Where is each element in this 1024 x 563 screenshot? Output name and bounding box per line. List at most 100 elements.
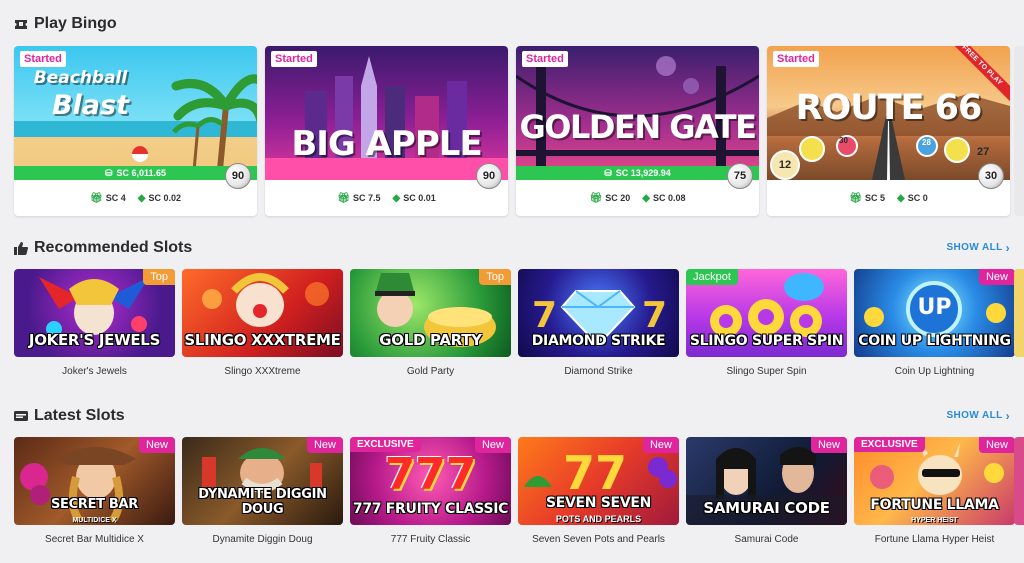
svg-text:77: 77 [563,446,627,500]
game-art-title-2: Blast [51,90,130,121]
bingo-art: Started FREE TO PLAY ROUTE 66 12 30 28 2… [767,46,1010,180]
slot-seven-seven-pots-and-pearls[interactable]: 77 New SEVEN SEVEN POTS AND PEARLS Seven… [518,437,679,545]
bingo-ball: 12 [770,150,800,180]
sevens-art: 777 [384,449,477,500]
prize-value: SC 0.01 [403,193,436,203]
bingo-meta: 🎁︎ SC 7.5 ◆ SC 0.01 [265,180,508,216]
slot-thumbnail: SLINGO XXXTREME [182,269,343,357]
slot-thumbnail: 777 EXCLUSIVE New 777 FRUITY CLASSIC [350,437,511,525]
new-icon [14,409,28,423]
show-all-latest-link[interactable]: SHOW ALL › [946,408,1010,423]
slot-badge: Top [479,269,511,285]
slot-name: Gold Party [406,366,455,377]
bingo-card-big-apple[interactable]: Started BIG APPLE 90 🎁︎ SC 7.5 ◆ SC 0.01 [265,46,508,216]
next-slot-peek [1014,269,1024,357]
slot-name: Joker's Jewels [62,366,127,377]
bingo-header: Play Bingo [14,14,117,34]
slot-name: Diamond Strike [564,366,633,377]
bingo-card-route-66[interactable]: Started FREE TO PLAY ROUTE 66 12 30 28 2… [767,46,1010,216]
chevron-right-icon: › [1005,408,1010,423]
slot-name: Slingo XXXtreme [224,366,301,377]
status-tag: Started [20,51,66,67]
price-tag-icon: ◆ [642,192,650,204]
slot-name: Fortune Llama Hyper Heist [874,534,995,545]
slot-name: Coin Up Lightning [894,366,975,377]
slot-art-title: FORTUNE LLAMA [870,497,999,513]
bingo-card-golden-gate[interactable]: Started GOLDEN GATE ⛁ SC 13,929.94 75 🎁︎… [516,46,759,216]
slot-art-title: SAMURAI CODE [703,499,830,517]
slot-badge: New [474,437,511,453]
slot-name: Seven Seven Pots and Pearls [532,534,665,545]
latest-header: Latest Slots [14,406,125,426]
slot-badge: New [978,437,1015,453]
slot-badge: New [642,437,679,453]
game-art-title: BIG APPLE [291,124,482,164]
bingo-ball-number: 28 [922,138,931,147]
slot-badge: New [138,437,175,453]
slot-name: Samurai Code [734,534,799,545]
bingo-card-beachball-blast[interactable]: Started Beachball Blast ⛁ SC 6,011.65 90… [14,46,257,216]
slot-slingo-xxxtreme[interactable]: SLINGO XXXTREME Slingo XXXtreme [182,269,343,377]
slot-coin-up-lightning[interactable]: UP New COIN UP LIGHTNING Coin Up Lightni… [854,269,1015,377]
slot-art-title: DIAMOND STRIKE [531,333,666,349]
bingo-meta: 🎁︎ SC 20 ◆ SC 0.08 [516,180,759,216]
slot-samurai-code[interactable]: New SAMURAI CODE Samurai Code [686,437,847,545]
slot-art-subtitle: POTS AND PEARLS [555,514,642,524]
slot-badge: New [810,437,847,453]
price-tag-icon: ◆ [897,192,905,204]
gift-icon: 🎁︎ [90,192,103,204]
slot-thumbnail: New SAMURAI CODE [686,437,847,525]
next-slot-peek [1014,437,1024,525]
ticket-icon [14,17,28,31]
slot-thumbnail: Top GOLD PARTY [350,269,511,357]
svg-text:7: 7 [642,295,667,336]
price-tag-icon: ◆ [392,192,401,204]
game-art-title: Beachball [33,68,128,88]
chevron-right-icon: › [1005,240,1010,255]
gift-icon: 🎁︎ [849,192,862,204]
slot-thumbnail: Jackpot SLINGO SUPER SPIN [686,269,847,357]
slot-fortune-llama-hyper-heist[interactable]: EXCLUSIVE New FORTUNE LLAMA HYPER HEIST … [854,437,1015,545]
status-tag: Started [522,51,568,67]
slot-art-subtitle: HYPER HEIST [911,517,958,524]
slot-name: 777 Fruity Classic [390,534,471,545]
prize-value: SC 0.02 [148,193,181,203]
show-all-recommended-link[interactable]: SHOW ALL › [946,240,1010,255]
slot-slingo-super-spin[interactable]: Jackpot SLINGO SUPER SPIN Slingo Super S… [686,269,847,377]
exclusive-badge: EXCLUSIVE [350,437,421,452]
jackpot-value: SC 6,011.65 [116,168,167,178]
slot-secret-bar-multidice-x[interactable]: New SECRET BAR MULTIDICE X Secret Bar Mu… [14,437,175,545]
coins-icon: ⛁ [104,167,113,178]
game-art-title: ROUTE 66 [795,88,983,128]
slot-dynamite-diggin-doug[interactable]: New DYNAMITE DIGGIN DOUG Dynamite Diggin… [182,437,343,545]
recommended-slot-list: Top JOKER'S JEWELS Joker's Jewels SLINGO… [14,269,1015,377]
gift-icon: 🎁︎ [337,192,350,204]
slot-diamond-strike[interactable]: 7 7 DIAMOND STRIKE Diamond Strike [518,269,679,377]
section-title: Recommended Slots [34,239,193,256]
slot-art-title: SLINGO SUPER SPIN [689,333,844,349]
gift-icon: 🎁︎ [589,192,603,204]
slot-thumbnail: EXCLUSIVE New FORTUNE LLAMA HYPER HEIST [854,437,1015,525]
price-tag-icon: ◆ [137,192,146,204]
entry-cost: SC 5 [864,193,885,203]
bingo-art: Started Beachball Blast ⛁ SC 6,011.65 [14,46,257,180]
ball-count-badge: 75 [727,163,753,189]
jackpot-value: SC 13,929.94 [615,168,671,178]
slot-badge: New [978,269,1015,285]
coins-icon: ⛁ [604,167,612,178]
slot-thumbnail: 77 New SEVEN SEVEN POTS AND PEARLS [518,437,679,525]
slot-777-fruity-classic[interactable]: 777 EXCLUSIVE New 777 FRUITY CLASSIC 777… [350,437,511,545]
slot-art-title: SECRET BAR [50,497,139,512]
slot-art-title: GOLD PARTY [379,331,482,349]
slot-thumbnail: New SECRET BAR MULTIDICE X [14,437,175,525]
slot-jokers-jewels[interactable]: Top JOKER'S JEWELS Joker's Jewels [14,269,175,377]
slot-art-title: DYNAMITE DIGGIN DOUG [198,487,327,517]
slot-badge: Jackpot [686,269,738,285]
entry-cost: SC 7.5 [352,193,381,203]
slot-thumbnail: 7 7 DIAMOND STRIKE [518,269,679,357]
bingo-meta: 🎁︎ SC 5 ◆ SC 0 [767,180,1010,216]
slot-gold-party[interactable]: Top GOLD PARTY Gold Party [350,269,511,377]
bingo-card-list: Started Beachball Blast ⛁ SC 6,011.65 90… [14,46,1010,216]
slot-badge: Top [143,269,175,285]
bingo-art: Started BIG APPLE [265,46,508,180]
